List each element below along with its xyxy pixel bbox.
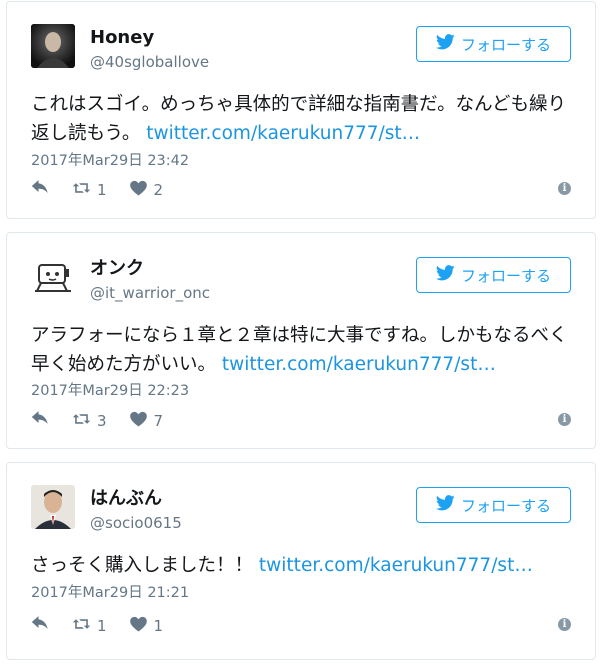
tweet-actions: 1 1 i — [31, 615, 571, 637]
retweet-count: 3 — [97, 412, 107, 430]
tweet-text: さっそく購入しました！！ twitter.com/kaerukun777/st… — [31, 551, 571, 580]
retweet-button[interactable]: 1 — [72, 616, 107, 636]
follow-label: フォローする — [460, 496, 551, 515]
heart-icon — [129, 180, 148, 200]
retweet-icon — [72, 180, 91, 200]
tweet-link[interactable]: twitter.com/kaerukun777/st… — [222, 354, 496, 375]
reply-icon — [31, 616, 50, 636]
tweet-link[interactable]: twitter.com/kaerukun777/st… — [146, 123, 420, 144]
display-name[interactable]: Honey — [90, 28, 154, 48]
follow-label: フォローする — [460, 35, 551, 54]
display-name[interactable]: はんぶん — [90, 489, 162, 509]
tweet-card: オンク @it_warrior_onc フォローする アラフォーになら１章と２章… — [6, 232, 596, 449]
avatar[interactable] — [31, 485, 75, 529]
avatar[interactable] — [31, 255, 75, 299]
retweet-icon — [72, 411, 91, 431]
info-icon[interactable]: i — [558, 413, 571, 426]
like-button[interactable]: 7 — [129, 411, 164, 431]
retweet-count: 1 — [97, 181, 107, 199]
info-icon[interactable]: i — [558, 182, 571, 195]
like-count: 1 — [153, 617, 164, 635]
like-button[interactable]: 2 — [129, 180, 164, 200]
heart-icon — [129, 411, 148, 431]
like-count: 2 — [153, 181, 164, 199]
heart-icon — [129, 616, 148, 636]
reply-icon — [31, 180, 50, 200]
retweet-count: 1 — [97, 617, 107, 635]
reply-button[interactable] — [31, 616, 50, 636]
info-icon[interactable]: i — [558, 618, 571, 631]
like-button[interactable]: 1 — [129, 616, 164, 636]
tweet-actions: 1 2 i — [31, 179, 571, 201]
like-count: 7 — [153, 412, 164, 430]
follow-button[interactable]: フォローする — [416, 26, 571, 62]
follow-label: フォローする — [460, 266, 551, 285]
user-handle[interactable]: @it_warrior_onc — [90, 284, 210, 302]
tweet-text: これはスゴイ。めっちゃ具体的で詳細な指南書だ。なんども繰り返し読もう。 twit… — [31, 90, 571, 148]
retweet-button[interactable]: 3 — [72, 411, 107, 431]
tweet-card: はんぶん @socio0615 フォローする さっそく購入しました！！ twit… — [6, 462, 596, 660]
follow-button[interactable]: フォローする — [416, 487, 571, 523]
reply-button[interactable] — [31, 411, 50, 431]
reply-icon — [31, 411, 50, 431]
timestamp[interactable]: 2017年Mar29日 23:42 — [31, 149, 189, 170]
retweet-icon — [72, 616, 91, 636]
tweet-card: Honey @40sgloballove フォローする これはスゴイ。めっちゃ具… — [6, 1, 596, 219]
twitter-bird-icon — [435, 34, 455, 54]
tweet-feed: Honey @40sgloballove フォローする これはスゴイ。めっちゃ具… — [0, 0, 600, 667]
retweet-button[interactable]: 1 — [72, 180, 107, 200]
display-name[interactable]: オンク — [90, 259, 144, 279]
twitter-bird-icon — [435, 495, 455, 515]
timestamp[interactable]: 2017年Mar29日 22:23 — [31, 379, 189, 400]
tweet-link[interactable]: twitter.com/kaerukun777/st… — [259, 555, 533, 576]
tweet-text: アラフォーになら１章と２章は特に大事ですね。しかもなるべく早く始めた方がいい。 … — [31, 321, 571, 379]
user-handle[interactable]: @socio0615 — [90, 514, 182, 532]
user-handle[interactable]: @40sgloballove — [90, 53, 209, 71]
tweet-actions: 3 7 i — [31, 410, 571, 432]
avatar[interactable] — [31, 24, 75, 68]
tweet-body: さっそく購入しました！！ — [31, 555, 254, 576]
reply-button[interactable] — [31, 180, 50, 200]
twitter-bird-icon — [435, 265, 455, 285]
timestamp[interactable]: 2017年Mar29日 21:21 — [31, 581, 189, 602]
follow-button[interactable]: フォローする — [416, 257, 571, 293]
